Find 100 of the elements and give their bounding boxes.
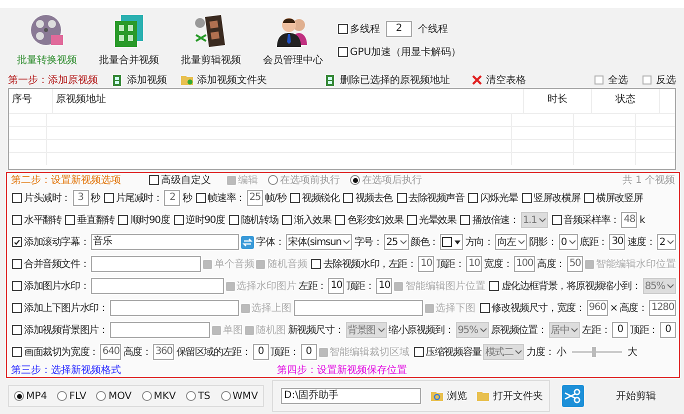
number-field[interactable]: 10 [328, 278, 344, 294]
browse-button[interactable]: 浏览 [431, 389, 467, 403]
option-label: 顶距： [346, 280, 374, 293]
format-radio[interactable]: WMV [220, 390, 258, 402]
toolbar-action[interactable]: 添加视频 [112, 73, 167, 87]
option-label: 方向： [465, 236, 494, 249]
option-checkbox[interactable]: 片头减时： [12, 191, 71, 205]
option-label: 小 [556, 346, 566, 359]
number-field[interactable]: 0 [252, 344, 269, 360]
option-checkbox[interactable]: 添加视频背景图片： [12, 323, 108, 337]
color-dropdown[interactable] [440, 234, 464, 250]
option-label: 左距： [582, 324, 610, 337]
column-header[interactable]: 时长 [524, 89, 592, 113]
option-checkbox[interactable]: 压缩视频容量 [414, 345, 482, 359]
dropdown[interactable]: 25 [384, 234, 409, 250]
option-checkbox[interactable]: 添加上下图片水印： [12, 301, 108, 315]
option-checkbox[interactable]: 水平翻转 [12, 213, 62, 227]
option-checkbox[interactable]: 合并音频文件： [12, 257, 90, 271]
open-folder-button[interactable]: 打开文件夹 [477, 389, 543, 403]
advanced-checkbox[interactable]: 高级自定义 [149, 173, 211, 187]
caret-icon [343, 240, 350, 244]
caret-icon [568, 240, 576, 244]
option-label: 字号： [354, 236, 382, 249]
thread-unit-label: 个线程 [418, 22, 448, 36]
number-field[interactable]: 30 [609, 234, 626, 250]
option-checkbox[interactable]: 片尾减时： [104, 191, 162, 205]
input-field[interactable] [110, 300, 239, 316]
option-label: 字体： [256, 236, 284, 249]
toolbar-button[interactable]: 批量合并视频 [90, 11, 168, 69]
path-field[interactable]: D:\固乔助手 [281, 388, 421, 404]
option-label: 阴影： [528, 236, 557, 249]
option-checkbox[interactable]: 渐入效果 [282, 213, 332, 227]
input-field[interactable]: 音乐 [91, 234, 240, 250]
folder-icon [181, 75, 193, 85]
format-radio[interactable]: MP4 [14, 390, 48, 402]
option-checkbox[interactable]: 垂直翻转 [65, 213, 114, 227]
start-button[interactable]: 开始剪辑 [616, 389, 656, 403]
option-checkbox[interactable]: 随机转场 [228, 213, 278, 227]
column-header[interactable]: 序号 [9, 89, 53, 113]
search-icon [431, 390, 443, 402]
option-checkbox[interactable]: 竖屏改横屏 [522, 191, 580, 205]
option-label: 保留区域的左距： [176, 346, 251, 359]
caret-icon [667, 284, 674, 288]
option-checkbox[interactable]: 帧速率： [196, 191, 245, 205]
option-checkbox[interactable]: 修改视频尺寸，宽度： [480, 301, 585, 315]
format-radio[interactable]: MKV [142, 390, 176, 402]
toolbar-button[interactable]: 会员管理中心 [254, 11, 332, 69]
format-radio[interactable]: TS [186, 390, 210, 402]
option-checkbox[interactable]: 闪烁光晕 [468, 191, 518, 205]
option-checkbox[interactable]: 横屏改竖屏 [584, 191, 643, 205]
number-field[interactable]: 10 [376, 278, 392, 294]
option-label: 原视频位置： [490, 324, 547, 337]
option-checkbox[interactable]: 视频锐化 [290, 191, 340, 205]
thread-count-field[interactable]: 2 [386, 21, 412, 37]
option-checkbox[interactable]: 顺时90度 [118, 213, 170, 227]
option-label: 力度： [526, 346, 554, 359]
format-radio[interactable]: FLV [57, 390, 86, 402]
input-field[interactable] [110, 322, 210, 338]
option-checkbox[interactable]: 去除视频水印，左距： [311, 257, 416, 271]
number-field[interactable]: 0 [300, 344, 317, 360]
option-label: 缩小原视频到： [388, 324, 454, 337]
option-checkbox[interactable]: 去除视频声音 [396, 191, 464, 205]
option-checkbox[interactable]: 音频采样率： [552, 213, 620, 227]
step-one-title: 第一步：添加原视频 [8, 74, 98, 87]
option-checkbox[interactable]: 添加图片水印： [12, 279, 90, 293]
toolbar-action[interactable]: 删除已选择的原视频地址 [325, 73, 450, 87]
toolbar-button[interactable]: 批量转换视频 [8, 11, 86, 69]
option-checkbox[interactable]: 逆时90度 [174, 213, 225, 227]
option-checkbox[interactable]: 虚化边框背景，将原视频缩小到： [489, 279, 641, 293]
toolbar-button[interactable]: 批量剪辑视频 [172, 11, 250, 69]
input-field[interactable] [91, 278, 224, 294]
gpu-checkbox[interactable]: GPU加速（用显卡解码） [338, 45, 462, 59]
option-checkbox[interactable]: 画面裁切为宽度： [12, 345, 98, 359]
multithread-checkbox[interactable]: 多线程 [338, 22, 380, 36]
input-field[interactable] [294, 300, 423, 316]
toolbar-action[interactable]: 添加视频文件夹 [181, 73, 267, 87]
input-field[interactable] [91, 256, 202, 272]
scissors-icon[interactable] [562, 385, 584, 407]
dropdown[interactable]: 0 [558, 234, 578, 250]
column-header[interactable]: 状态 [592, 89, 660, 113]
invert-selection-button[interactable]: 反选 [642, 73, 676, 87]
option-checkbox[interactable]: 光晕效果 [407, 213, 456, 227]
slider-thumb[interactable] [592, 347, 596, 357]
option-label: 新视频尺寸： [288, 324, 344, 337]
dropdown[interactable]: 2 [657, 234, 676, 250]
option-checkbox[interactable]: 添加滚动字幕： [12, 235, 90, 249]
option-label: 颜色： [410, 236, 438, 249]
column-header[interactable]: 原视频地址 [53, 89, 524, 113]
number-field[interactable]: 0 [660, 322, 676, 338]
option-checkbox[interactable]: 播放倍速： [460, 213, 519, 227]
format-radio[interactable]: MOV [96, 390, 132, 402]
dropdown[interactable]: 向左 [495, 234, 527, 250]
caret-icon [667, 240, 674, 244]
toolbar-action[interactable]: 清空表格 [472, 73, 526, 87]
refresh-icon[interactable] [241, 236, 254, 248]
option-checkbox[interactable]: 色彩变幻效果 [335, 213, 404, 227]
select-all-button[interactable]: 全选 [594, 73, 628, 87]
option-checkbox[interactable]: 视频去色 [343, 191, 393, 205]
number-field[interactable]: 0 [612, 322, 628, 338]
dropdown[interactable]: 宋体(simsun [286, 234, 352, 250]
